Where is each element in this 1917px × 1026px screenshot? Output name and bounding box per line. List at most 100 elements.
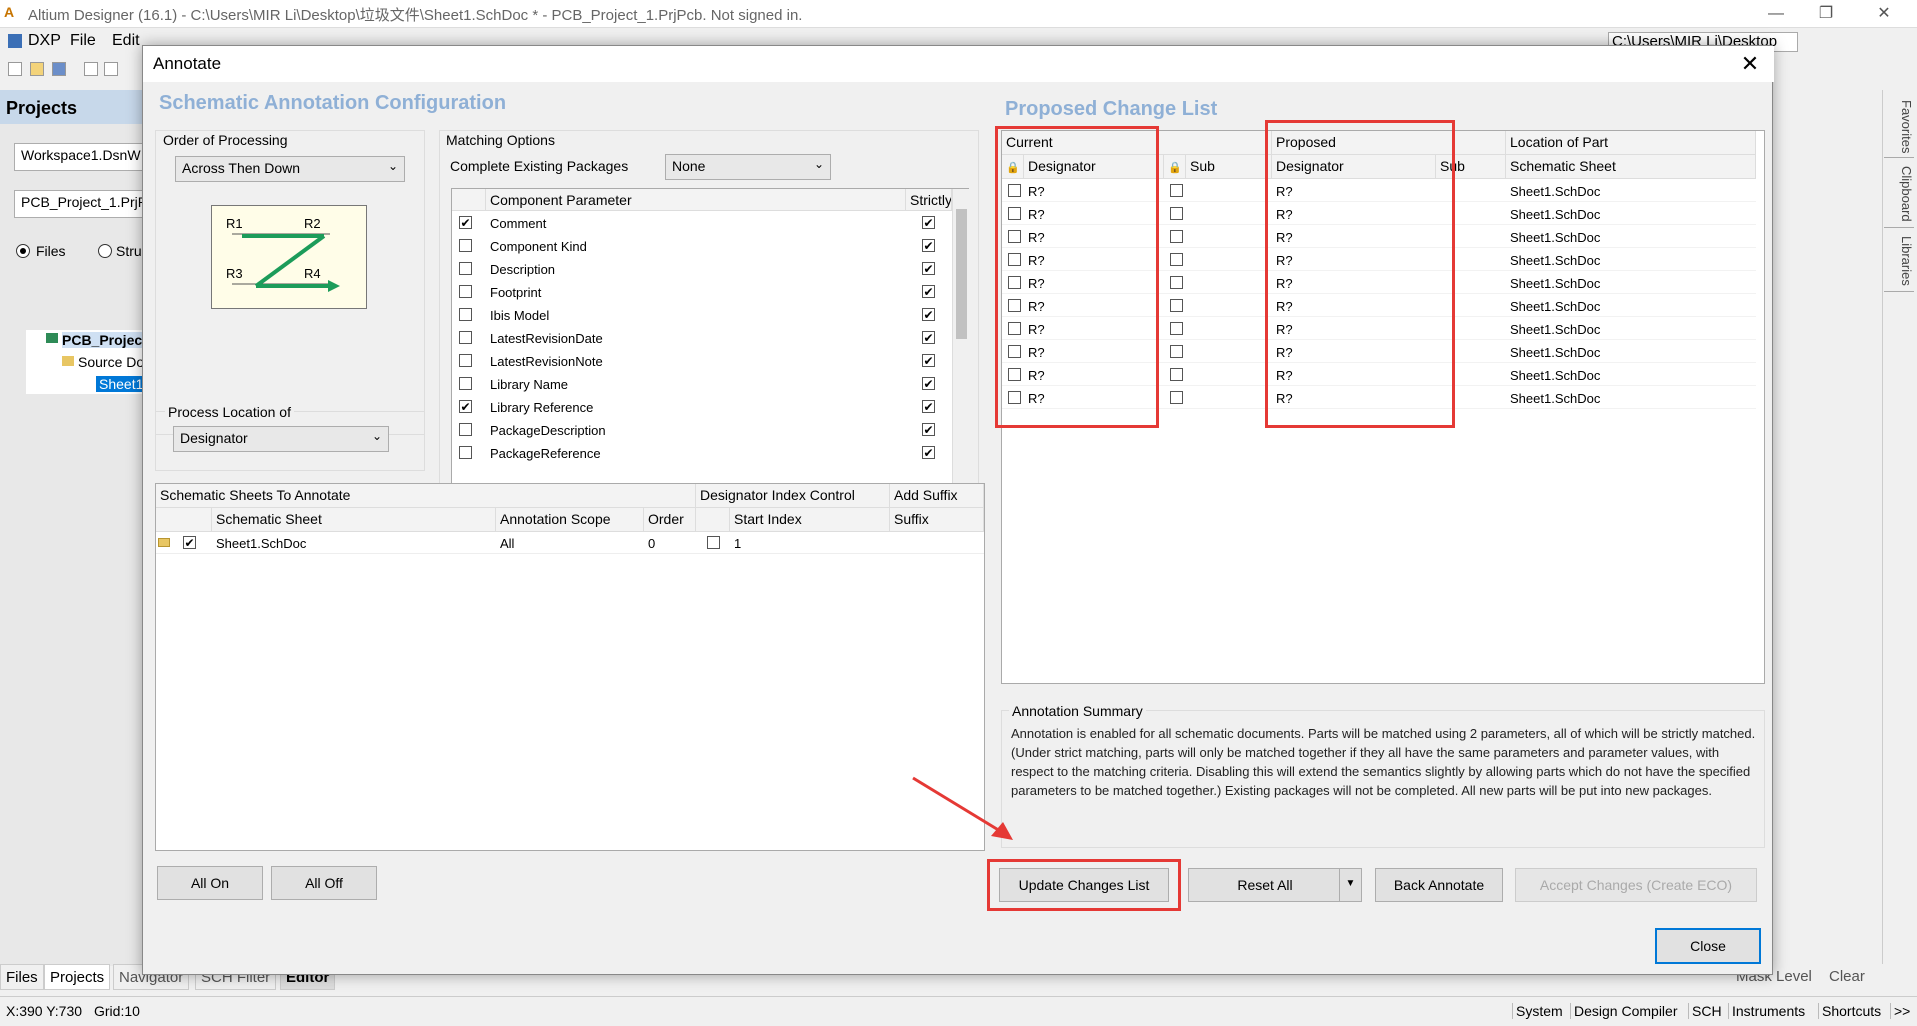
save-icon[interactable] <box>52 62 66 76</box>
project-tree: PCB_Project Source Do Sheet1. <box>26 330 151 394</box>
status-design-compiler[interactable]: Design Compiler <box>1570 1003 1677 1019</box>
all-on-button[interactable]: All On <box>157 866 263 900</box>
list-item[interactable]: ✔ Library Reference ✔ <box>452 395 952 418</box>
sheets-table: Schematic Sheets To Annotate Designator … <box>155 483 985 851</box>
menu-file[interactable]: File <box>70 32 96 50</box>
strict-checkbox[interactable]: ✔ <box>922 446 935 459</box>
print-preview-icon[interactable] <box>104 62 118 76</box>
tree-project[interactable]: PCB_Project <box>62 332 147 348</box>
list-item[interactable]: LatestRevisionNote ✔ <box>452 349 952 372</box>
param-checkbox[interactable] <box>459 446 472 459</box>
param-checkbox[interactable] <box>459 262 472 275</box>
close-button[interactable]: Close <box>1655 928 1761 964</box>
strict-checkbox[interactable]: ✔ <box>922 377 935 390</box>
sub-lock-checkbox[interactable] <box>1170 345 1183 358</box>
status-system[interactable]: System <box>1512 1003 1563 1019</box>
status-more[interactable]: >> <box>1890 1003 1910 1019</box>
strict-checkbox[interactable]: ✔ <box>922 239 935 252</box>
back-annotate-button[interactable]: Back Annotate <box>1375 868 1503 902</box>
tab-files[interactable]: Files <box>0 964 44 990</box>
list-item[interactable]: Footprint ✔ <box>452 280 952 303</box>
strict-checkbox[interactable]: ✔ <box>922 216 935 229</box>
sub-lock-checkbox[interactable] <box>1170 230 1183 243</box>
structure-radio[interactable] <box>98 244 112 258</box>
sheet-start-index[interactable]: 1 <box>734 536 741 551</box>
project-box[interactable]: PCB_Project_1.PrjPc <box>14 190 144 218</box>
start-index-checkbox[interactable] <box>707 536 720 549</box>
list-item[interactable]: LatestRevisionDate ✔ <box>452 326 952 349</box>
open-icon[interactable] <box>30 62 44 76</box>
param-checkbox[interactable] <box>459 308 472 321</box>
param-checkbox[interactable] <box>459 377 472 390</box>
preview-r4: R4 <box>304 266 321 281</box>
list-item[interactable]: PackageDescription ✔ <box>452 418 952 441</box>
tree-source-docs[interactable]: Source Do <box>78 354 144 370</box>
status-sch[interactable]: SCH <box>1688 1003 1722 1019</box>
param-checkbox[interactable]: ✔ <box>459 216 472 229</box>
print-icon[interactable] <box>84 62 98 76</box>
sheet-annotate-checkbox[interactable]: ✔ <box>183 536 196 549</box>
param-checkbox[interactable] <box>459 285 472 298</box>
sub-lock-checkbox[interactable] <box>1170 207 1183 220</box>
param-name: PackageReference <box>490 446 601 461</box>
table-row[interactable]: ✔ Sheet1.SchDoc All 0 1 <box>156 532 984 554</box>
param-checkbox[interactable]: ✔ <box>459 400 472 413</box>
param-checkbox[interactable] <box>459 331 472 344</box>
sheet-order[interactable]: 0 <box>648 536 655 551</box>
dialog-close-icon[interactable]: ✕ <box>1730 48 1770 80</box>
new-icon[interactable] <box>8 62 22 76</box>
menu-edit[interactable]: Edit <box>112 32 140 50</box>
sub-lock-checkbox[interactable] <box>1170 322 1183 335</box>
status-instruments[interactable]: Instruments <box>1728 1003 1805 1019</box>
status-shortcuts[interactable]: Shortcuts <box>1818 1003 1881 1019</box>
update-changes-button[interactable]: Update Changes List <box>999 868 1169 902</box>
list-item[interactable]: Component Kind ✔ <box>452 234 952 257</box>
param-checkbox[interactable] <box>459 354 472 367</box>
param-checkbox[interactable] <box>459 239 472 252</box>
strict-checkbox[interactable]: ✔ <box>922 331 935 344</box>
sheets-header-index-check <box>696 508 730 532</box>
clear-button[interactable]: Clear <box>1829 968 1865 985</box>
window-close-icon[interactable]: ✕ <box>1864 2 1904 26</box>
chevron-down-icon: ⌄ <box>813 157 824 171</box>
param-checkbox[interactable] <box>459 423 472 436</box>
location-sheet-header: Schematic Sheet <box>1506 155 1756 179</box>
strict-checkbox[interactable]: ✔ <box>922 308 935 321</box>
accept-changes-button[interactable]: Accept Changes (Create ECO) <box>1515 868 1757 902</box>
order-combo[interactable]: Across Then Down ⌄ <box>175 156 405 182</box>
minimize-icon[interactable]: — <box>1756 2 1796 26</box>
list-item[interactable]: Description ✔ <box>452 257 952 280</box>
params-scrollbar[interactable] <box>952 189 969 505</box>
sub-lock-checkbox[interactable] <box>1170 253 1183 266</box>
list-item[interactable]: PackageReference ✔ <box>452 441 952 464</box>
strict-checkbox[interactable]: ✔ <box>922 354 935 367</box>
sub-lock-checkbox[interactable] <box>1170 391 1183 404</box>
list-item[interactable]: Ibis Model ✔ <box>452 303 952 326</box>
clipboard-tab[interactable]: Clipboard <box>1884 162 1914 228</box>
strict-checkbox[interactable]: ✔ <box>922 262 935 275</box>
reset-dropdown-icon[interactable]: ▼ <box>1339 869 1361 901</box>
complete-packages-combo[interactable]: None ⌄ <box>665 154 831 180</box>
favorites-tab[interactable]: Favorites <box>1884 96 1914 158</box>
strict-checkbox[interactable]: ✔ <box>922 423 935 436</box>
reset-all-button[interactable]: Reset All ▼ <box>1188 868 1362 902</box>
process-location-combo[interactable]: Designator ⌄ <box>173 426 389 452</box>
sub-lock-checkbox[interactable] <box>1170 276 1183 289</box>
sub-lock-checkbox[interactable] <box>1170 299 1183 312</box>
files-radio[interactable] <box>16 244 30 258</box>
list-item[interactable]: ✔ Comment ✔ <box>452 211 952 234</box>
params-scroll-thumb[interactable] <box>956 209 967 339</box>
tab-projects[interactable]: Projects <box>44 964 111 990</box>
workspace-combo[interactable]: Workspace1.DsnW <box>14 143 144 171</box>
libraries-tab[interactable]: Libraries <box>1884 232 1914 292</box>
all-off-button[interactable]: All Off <box>271 866 377 900</box>
sub-lock-checkbox[interactable] <box>1170 184 1183 197</box>
workspace-value: Workspace1.DsnW <box>21 147 141 163</box>
strict-checkbox[interactable]: ✔ <box>922 285 935 298</box>
menu-dxp[interactable]: DXP <box>28 32 61 50</box>
sub-lock-checkbox[interactable] <box>1170 368 1183 381</box>
restore-icon[interactable]: ❐ <box>1806 2 1846 26</box>
sheet-scope[interactable]: All <box>500 536 514 551</box>
strict-checkbox[interactable]: ✔ <box>922 400 935 413</box>
list-item[interactable]: Library Name ✔ <box>452 372 952 395</box>
